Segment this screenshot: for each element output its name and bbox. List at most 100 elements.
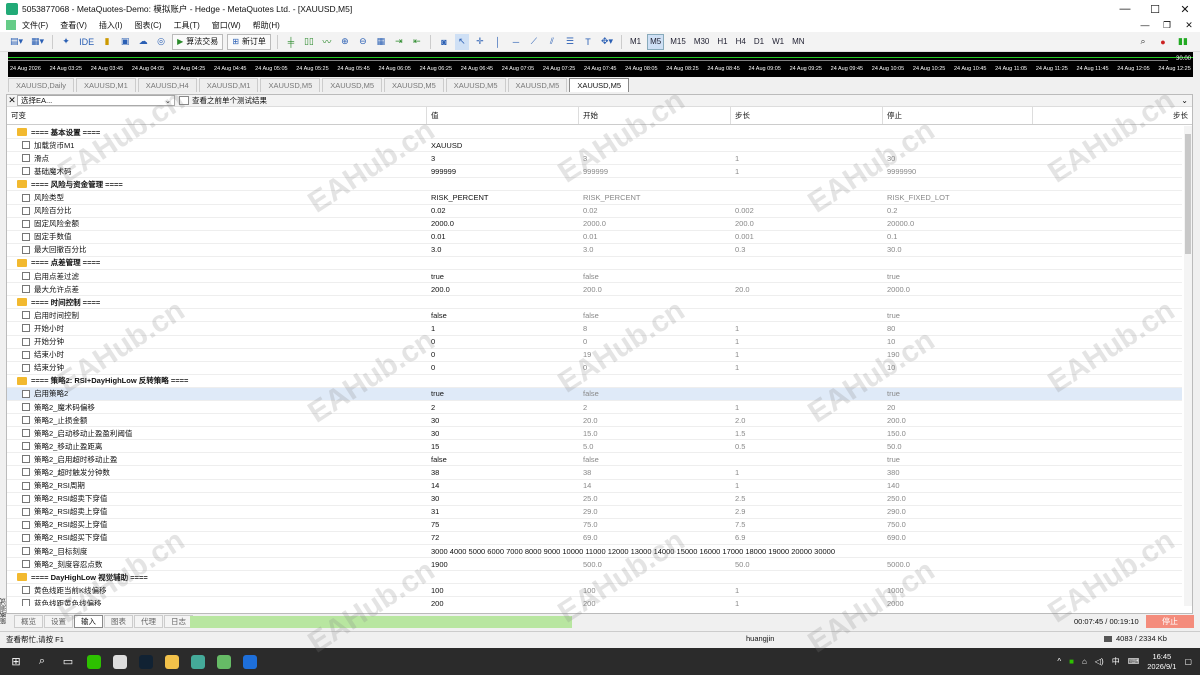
col-stop[interactable]: 停止 <box>883 107 1033 124</box>
zoom-in-icon[interactable]: ⊕ <box>338 34 352 50</box>
optimize-checkbox[interactable] <box>22 442 30 451</box>
windows-start-icon[interactable]: ⊞ <box>6 652 26 672</box>
param-row[interactable]: 最大允许点差 200.0 200.0 20.0 2000.0 <box>7 283 1182 297</box>
param-stop[interactable]: 750.0 <box>883 520 1033 529</box>
optimize-checkbox[interactable] <box>22 468 30 477</box>
view-previous-checkbox[interactable] <box>179 96 189 105</box>
param-stop[interactable]: 250.0 <box>883 494 1033 503</box>
param-start[interactable]: 25.0 <box>579 494 731 503</box>
param-value[interactable]: XAUUSD <box>427 141 579 150</box>
param-step[interactable]: 1 <box>731 324 883 333</box>
param-stop[interactable]: 200.0 <box>883 416 1033 425</box>
tray-wechat-icon[interactable]: ■ <box>1069 657 1074 666</box>
optimize-checkbox[interactable] <box>22 206 30 215</box>
param-stop[interactable]: 0.2 <box>883 206 1033 215</box>
minimize-icon[interactable]: — <box>1110 0 1140 18</box>
chart-tab[interactable]: XAUUSD,M1 <box>76 78 136 92</box>
menu-view[interactable]: 查看(V) <box>60 20 87 31</box>
chart-tab[interactable]: XAUUSD,M5 <box>569 78 630 92</box>
param-stop[interactable]: 30.0 <box>883 245 1033 254</box>
maximize-icon[interactable]: ☐ <box>1140 0 1170 18</box>
chart-shift-icon[interactable]: ⇤ <box>410 34 424 50</box>
param-start[interactable]: 8 <box>579 324 731 333</box>
param-stop[interactable]: 10 <box>883 337 1033 346</box>
cursor-icon[interactable]: ↖ <box>454 33 469 50</box>
chart-tab[interactable]: XAUUSD,M5 <box>384 78 444 92</box>
param-row[interactable]: 风险百分比 0.02 0.02 0.002 0.2 <box>7 205 1182 218</box>
param-row[interactable]: 蓝色线距黄色线偏移 200 200 1 2000 <box>7 597 1182 606</box>
param-stop[interactable]: 1000 <box>883 586 1033 595</box>
param-row[interactable]: 结束小时 0 19 1 190 <box>7 349 1182 362</box>
param-stop[interactable]: 2000 <box>883 599 1033 606</box>
param-step[interactable]: 0.3 <box>731 245 883 254</box>
text-icon[interactable]: T <box>581 34 595 50</box>
clock[interactable]: 16:45 2026/9/1 <box>1147 652 1176 672</box>
param-row[interactable]: 策略2_启用超时移动止盈 false false true <box>7 453 1182 467</box>
param-value[interactable]: 30 <box>427 429 579 438</box>
task-view-icon[interactable]: ▭ <box>58 652 78 672</box>
optimize-checkbox[interactable] <box>22 389 30 398</box>
vertical-line-icon[interactable]: │ <box>491 34 505 50</box>
col-value[interactable]: 值 <box>427 107 579 124</box>
vertical-scrollbar[interactable] <box>1184 126 1192 606</box>
param-step[interactable]: 1 <box>731 350 883 359</box>
bottom-tab[interactable]: 日志 <box>164 615 193 628</box>
param-stop[interactable]: true <box>883 311 1033 320</box>
param-step[interactable]: 1 <box>731 481 883 490</box>
param-row[interactable]: 启用时间控制 false false true <box>7 309 1182 323</box>
param-value[interactable]: 31 <box>427 507 579 516</box>
scrollbar-thumb[interactable] <box>1185 134 1191 254</box>
optimize-checkbox[interactable] <box>22 245 30 254</box>
param-row[interactable]: 策略2_刻度容忍点数 1900 500.0 50.0 5000.0 <box>7 558 1182 572</box>
group-row[interactable]: ==== 基本设置 ==== <box>7 126 1182 140</box>
param-step[interactable]: 1 <box>731 468 883 477</box>
param-stop[interactable]: 2000.0 <box>883 285 1033 294</box>
param-row[interactable]: 策略2_启动移动止盈盈利阈值 30 15.0 1.5 150.0 <box>7 427 1182 441</box>
param-start[interactable]: 20.0 <box>579 416 731 425</box>
optimize-checkbox[interactable] <box>22 311 30 320</box>
param-row[interactable]: 开始分钟 0 0 1 10 <box>7 336 1182 349</box>
signal-strength-icon[interactable]: ▮▮ <box>1176 34 1190 50</box>
chart-close-icon[interactable]: ✕ <box>1178 20 1200 31</box>
param-value[interactable]: 1900 <box>427 560 579 569</box>
param-value[interactable]: RISK_PERCENT <box>427 193 579 202</box>
param-start[interactable]: 29.0 <box>579 507 731 516</box>
param-start[interactable]: 999999 <box>579 167 731 176</box>
candles-icon[interactable]: ▯▯ <box>302 34 316 50</box>
param-stop[interactable]: 140 <box>883 481 1033 490</box>
ime-indicator[interactable]: 中 <box>1112 656 1120 667</box>
param-row[interactable]: 黄色线距当前K线偏移 100 100 1 1000 <box>7 584 1182 598</box>
optimize-checkbox[interactable] <box>22 429 30 438</box>
profiles-icon[interactable]: ▦▾ <box>29 34 46 50</box>
timeframe-mn[interactable]: MN <box>790 34 806 50</box>
param-value[interactable]: 0 <box>427 337 579 346</box>
param-step[interactable]: 1 <box>731 337 883 346</box>
param-start[interactable]: RISK_PERCENT <box>579 193 731 202</box>
param-step[interactable]: 1 <box>731 154 883 163</box>
timeframe-m1[interactable]: M1 <box>628 34 643 50</box>
optimize-checkbox[interactable] <box>22 520 30 529</box>
param-step[interactable]: 1 <box>731 363 883 372</box>
param-value[interactable]: 200 <box>427 599 579 606</box>
param-start[interactable]: 14 <box>579 481 731 490</box>
optimize-checkbox[interactable] <box>22 285 30 294</box>
chart-restore-icon[interactable]: ❐ <box>1156 20 1178 31</box>
optimize-checkbox[interactable] <box>22 560 30 569</box>
bottom-tab[interactable]: 设置 <box>44 615 73 628</box>
group-row[interactable]: ==== 风险与资金管理 ==== <box>7 178 1182 192</box>
param-step[interactable]: 1 <box>731 167 883 176</box>
param-start[interactable]: false <box>579 311 731 320</box>
param-value[interactable]: 3.0 <box>427 245 579 254</box>
param-start[interactable]: 38 <box>579 468 731 477</box>
optimize-checkbox[interactable] <box>22 533 30 542</box>
param-value[interactable]: 38 <box>427 468 579 477</box>
param-step[interactable]: 0.5 <box>731 442 883 451</box>
auto-scroll-icon[interactable]: ⇥ <box>392 34 406 50</box>
param-stop[interactable]: 0.1 <box>883 232 1033 241</box>
param-row[interactable]: 策略2_RSI周期 14 14 1 140 <box>7 480 1182 493</box>
shapes-icon[interactable]: ✥▾ <box>599 34 615 50</box>
optimize-checkbox[interactable] <box>22 494 30 503</box>
ea-select[interactable]: 选择EA... ⌄ <box>17 95 175 106</box>
menu-tools[interactable]: 工具(T) <box>174 20 200 31</box>
param-step[interactable]: 0.001 <box>731 232 883 241</box>
